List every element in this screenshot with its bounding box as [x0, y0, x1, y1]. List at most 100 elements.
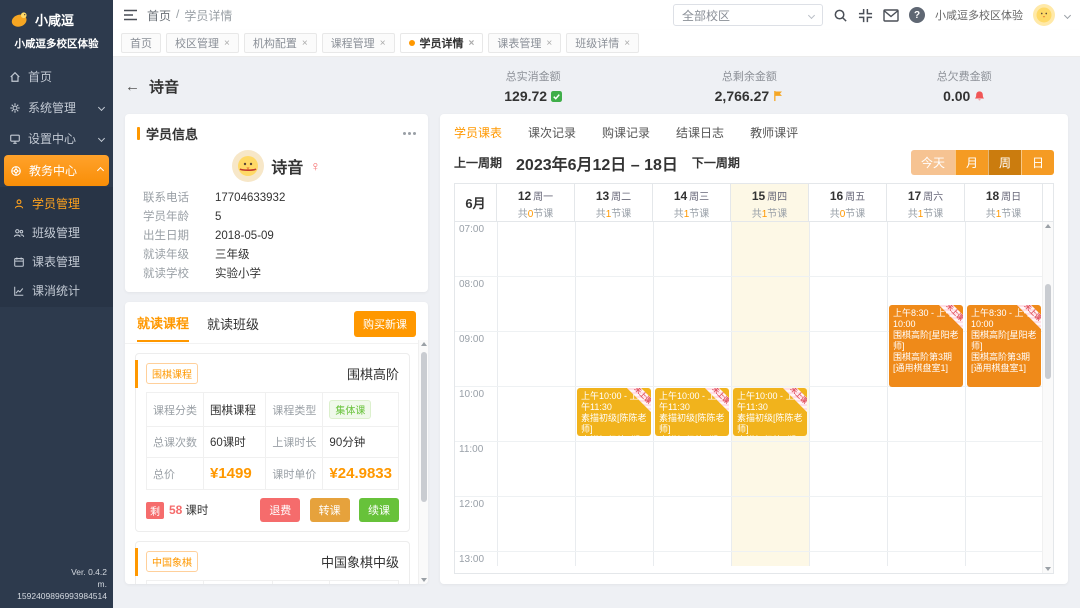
prev-week-button[interactable]: 上一周期 — [454, 154, 502, 171]
sidebar-item-home[interactable]: 首页 — [0, 61, 113, 92]
calendar-event-go-18[interactable]: 上午8:30 - 上午10:00 围棋高阶[星阳老师] 围棋高阶第3期[通用棋盘… — [967, 305, 1041, 387]
user-avatar[interactable] — [1033, 4, 1055, 26]
tab-teacher-reviews[interactable]: 教师课评 — [750, 124, 798, 141]
today-button[interactable]: 今天 — [911, 150, 955, 175]
calendar-scrollbar[interactable] — [1042, 222, 1053, 573]
student-fields: 联系电话17704633932 学员年龄5 出生日期2018-05-09 就读年… — [125, 189, 428, 284]
scroll-up-icon[interactable] — [1045, 224, 1051, 228]
tab-student-detail[interactable]: 学员详情× — [400, 33, 484, 53]
course-list: 围棋课程 围棋高阶 课程分类 围棋课程 课程类型 集体课 总课次数 60课时 — [125, 344, 428, 584]
chevron-down-icon[interactable] — [1064, 11, 1071, 18]
date-range: 2023年6月12日 – 18日 — [516, 151, 678, 175]
calendar-body: 07:00 08:00 09:00 10:00 11:00 12:00 13:0… — [455, 222, 1053, 566]
tab-campus-mgmt[interactable]: 校区管理× — [166, 33, 239, 53]
sidebar-item-system[interactable]: 系统管理 — [0, 92, 113, 123]
scrollbar-thumb[interactable] — [421, 352, 427, 502]
close-icon[interactable]: × — [546, 38, 552, 49]
tab-completion-log[interactable]: 结课日志 — [676, 124, 724, 141]
event-detail: 围棋高阶第3期[通用棋盘室1] — [893, 352, 959, 374]
calendar-event-go-17[interactable]: 上午8:30 - 上午10:00 围棋高阶[星阳老师] 围棋高阶第3期[通用棋盘… — [889, 305, 963, 387]
buy-course-button[interactable]: 购买新课 — [354, 311, 416, 337]
compress-icon[interactable] — [858, 8, 873, 23]
calendar-event-sketch-14[interactable]: 上午10:00 - 上午11:30 素描初级[陈陈老师] 素描初级第2期[绘画室… — [655, 388, 729, 436]
day-header-17[interactable]: 17周六 共1节课 — [887, 184, 965, 221]
day-header-13[interactable]: 13周二 共1节课 — [575, 184, 653, 221]
scroll-down-icon[interactable] — [1045, 567, 1051, 571]
refund-button[interactable]: 退费 — [260, 498, 300, 522]
course-unit-price: ¥24.9833 — [329, 465, 392, 482]
tab-enrolled-courses[interactable]: 就读课程 — [137, 313, 189, 342]
scrollbar-thumb[interactable] — [1045, 284, 1051, 379]
close-icon[interactable]: × — [380, 38, 386, 49]
sidebar-item-timetable[interactable]: 课表管理 — [0, 247, 113, 276]
scroll-down-icon[interactable] — [421, 578, 427, 582]
tab-timetable-mgmt[interactable]: 课表管理× — [488, 33, 561, 53]
tab-home[interactable]: 首页 — [121, 33, 161, 53]
more-icon[interactable] — [403, 132, 416, 135]
bell-icon — [974, 90, 985, 102]
breadcrumb-separator: / — [176, 7, 179, 24]
version-info: Ver. 0.4.2 m. 1592409896993984514 — [0, 566, 113, 608]
stat-value: 0.00 — [943, 88, 970, 104]
tab-class-detail[interactable]: 班级详情× — [566, 33, 639, 53]
close-icon[interactable]: × — [624, 38, 630, 49]
day-view-button[interactable]: 日 — [1021, 150, 1054, 175]
course-list-scrollbar[interactable] — [418, 340, 428, 584]
day-header-18[interactable]: 18周日 共1节课 — [965, 184, 1043, 221]
scroll-up-icon[interactable] — [421, 342, 427, 346]
course-item-go: 围棋课程 围棋高阶 课程分类 围棋课程 课程类型 集体课 总课次数 60课时 — [135, 353, 410, 532]
tab-enrolled-classes[interactable]: 就读班级 — [207, 314, 259, 341]
chevron-down-icon — [98, 104, 105, 111]
transfer-course-button[interactable]: 转课 — [310, 498, 350, 522]
page-header: ← 诗音 总实消金额 129.72 总剩余金额 2,766.27 — [125, 68, 1068, 104]
renew-course-button[interactable]: 续课 — [359, 498, 399, 522]
tab-purchase-records[interactable]: 购课记录 — [602, 124, 650, 141]
chick-logo-icon — [10, 9, 30, 29]
org-name: 小咸逗多校区体验 — [0, 31, 113, 61]
sidebar-item-classes[interactable]: 班级管理 — [0, 218, 113, 247]
day-header-12[interactable]: 12周一 共0节课 — [497, 184, 575, 221]
mail-icon[interactable] — [883, 9, 899, 22]
breadcrumb-home[interactable]: 首页 — [147, 7, 171, 24]
sidebar-item-students[interactable]: 学员管理 — [0, 189, 113, 218]
hamburger-icon[interactable] — [123, 9, 138, 21]
student-info-card: 学员信息 诗音 ♀ 联系电话17704633932 学员年龄 — [125, 114, 428, 292]
search-icon[interactable] — [833, 8, 848, 23]
stat-remaining: 总剩余金额 2,766.27 — [715, 68, 785, 104]
left-column: 学员信息 诗音 ♀ 联系电话17704633932 学员年龄 — [125, 114, 428, 584]
campus-select[interactable]: 全部校区 — [673, 4, 823, 26]
stat-value: 129.72 — [504, 88, 547, 104]
week-view-button[interactable]: 周 — [988, 150, 1021, 175]
event-detail: 素描初级第2期[绘画室1] — [659, 435, 725, 436]
sidebar-item-stats[interactable]: 课消统计 — [0, 276, 113, 305]
stat-consumed: 总实消金额 129.72 — [504, 68, 562, 104]
chevron-up-icon — [97, 167, 104, 174]
close-icon[interactable]: × — [302, 38, 308, 49]
day-header-15-today[interactable]: 15周四 共1节课 — [731, 184, 809, 221]
topbar-username[interactable]: 小咸逗多校区体验 — [935, 7, 1023, 23]
month-view-button[interactable]: 月 — [955, 150, 988, 175]
sidebar-item-academic[interactable]: 教务中心 — [4, 155, 109, 186]
sidebar-item-settings[interactable]: 设置中心 — [0, 123, 113, 154]
active-dot — [409, 40, 415, 46]
tab-course-mgmt[interactable]: 课程管理× — [322, 33, 395, 53]
back-arrow-icon[interactable]: ← — [125, 78, 140, 95]
breadcrumb-current: 学员详情 — [184, 7, 232, 24]
close-icon[interactable]: × — [469, 38, 475, 49]
schedule-tabs: 学员课表 课次记录 购课记录 结课日志 教师课评 — [454, 124, 1054, 141]
close-icon[interactable]: × — [224, 38, 230, 49]
day-header-16[interactable]: 16周五 共0节课 — [809, 184, 887, 221]
day-header-14[interactable]: 14周三 共1节课 — [653, 184, 731, 221]
student-avatar — [232, 150, 264, 182]
flag-icon — [773, 90, 784, 102]
tab-org-config[interactable]: 机构配置× — [244, 33, 317, 53]
field-row: 出生日期2018-05-09 — [143, 227, 410, 246]
calendar-event-sketch-15[interactable]: 上午10:00 - 上午11:30 素描初级[陈陈老师] 素描初级第2期[绘画室… — [733, 388, 807, 436]
sidebar-item-label: 设置中心 — [28, 130, 76, 147]
next-week-button[interactable]: 下一周期 — [692, 154, 740, 171]
version-number: Ver. 0.4.2 — [6, 566, 107, 578]
tab-lesson-records[interactable]: 课次记录 — [528, 124, 576, 141]
tab-student-timetable[interactable]: 学员课表 — [454, 124, 502, 141]
calendar-event-sketch-13[interactable]: 上午10:00 - 上午11:30 素描初级[陈陈老师] 素描初级第2期[绘画室… — [577, 388, 651, 436]
help-icon[interactable]: ? — [909, 7, 925, 23]
